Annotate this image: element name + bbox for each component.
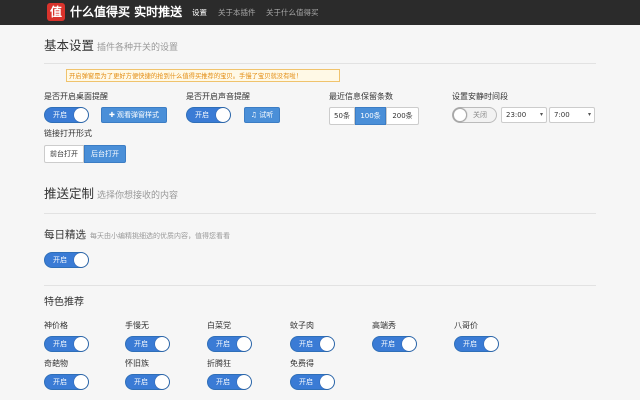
feature-toggle-shoumanwu[interactable]: 开启 xyxy=(125,336,170,352)
preview-popup-button[interactable]: ✚ 观看弹窗样式 xyxy=(101,107,167,123)
link-open-label: 链接打开形式 xyxy=(44,129,92,138)
divider xyxy=(44,213,596,214)
toggle-knob xyxy=(237,375,251,389)
nav-about-smzdm[interactable]: 关于什么值得买 xyxy=(266,7,319,18)
logo-icon: 值 xyxy=(47,3,65,21)
toggle-knob xyxy=(237,337,251,351)
feature-toggle-wenzirou[interactable]: 开启 xyxy=(290,336,335,352)
toggle-knob xyxy=(453,108,467,122)
feature-label: 神价格 xyxy=(44,321,68,330)
chevron-down-icon: ▾ xyxy=(539,111,543,118)
quiet-time-toggle[interactable]: 关闭 xyxy=(452,107,497,123)
toggle-knob xyxy=(74,253,88,267)
toggle-knob xyxy=(74,375,88,389)
feature-label: 折腾狂 xyxy=(207,359,231,368)
feature-label: 八哥价 xyxy=(454,321,478,330)
toggle-knob xyxy=(320,337,334,351)
feature-label: 怀旧族 xyxy=(125,359,149,368)
feature-toggle-qipawu[interactable]: 开启 xyxy=(44,374,89,390)
feature-label: 白菜党 xyxy=(207,321,231,330)
nav-about-plugin[interactable]: 关于本插件 xyxy=(218,7,256,18)
keep-200-option[interactable]: 200条 xyxy=(386,107,419,125)
push-subtitle: 选择你想接收的内容 xyxy=(97,191,179,201)
feature-toggle-gaoduanxiu[interactable]: 开启 xyxy=(372,336,417,352)
toggle-knob xyxy=(216,108,230,122)
feature-toggle-shenjiage[interactable]: 开启 xyxy=(44,336,89,352)
feature-toggle-zhetengkuang[interactable]: 开启 xyxy=(207,374,252,390)
toggle-knob xyxy=(74,108,88,122)
basic-subtitle: 插件各种开关的设置 xyxy=(97,43,179,53)
toggle-knob xyxy=(155,375,169,389)
toggle-knob xyxy=(320,375,334,389)
keep-50-option[interactable]: 50条 xyxy=(329,107,355,125)
sound-notify-toggle[interactable]: 开启 xyxy=(186,107,231,123)
top-nav-bar: 值 什么值得买 实时推送 设置 关于本插件 关于什么值得买 xyxy=(0,0,640,25)
toggle-knob xyxy=(484,337,498,351)
divider xyxy=(44,285,596,286)
daily-picks-subtitle: 每天由小编精挑细选的优质内容，值得您看看 xyxy=(90,232,230,240)
sound-notify-label: 是否开启声音提醒 xyxy=(186,92,250,101)
link-foreground-option[interactable]: 前台打开 xyxy=(44,145,84,163)
feature-label: 蚊子肉 xyxy=(290,321,314,330)
quiet-time-label: 设置安静时间段 xyxy=(452,92,508,101)
feature-label: 免费得 xyxy=(290,359,314,368)
feature-label: 奇葩物 xyxy=(44,359,68,368)
push-settings-heading: 推送定制 选择你想接收的内容 xyxy=(44,186,178,204)
quiet-start-select[interactable]: 23:00 ▾ xyxy=(501,107,547,123)
push-title: 推送定制 xyxy=(44,186,95,201)
feature-toggle-bagejia[interactable]: 开启 xyxy=(454,336,499,352)
popup-tip: 开启弹窗是为了更好方便快捷的抢到什么值得买推荐的宝贝。手慢了宝贝就没有啦！ xyxy=(66,69,340,82)
basic-title: 基本设置 xyxy=(44,38,95,53)
divider xyxy=(44,63,596,64)
keep-100-option[interactable]: 100条 xyxy=(355,107,386,125)
featured-heading: 特色推荐 xyxy=(44,297,84,308)
desktop-notify-toggle[interactable]: 开启 xyxy=(44,107,89,123)
keep-count-label: 最近信息保留条数 xyxy=(329,92,393,101)
daily-picks-toggle[interactable]: 开启 xyxy=(44,252,89,268)
daily-picks-heading: 每日精选 每天由小编精挑细选的优质内容，值得您看看 xyxy=(44,229,230,241)
feature-toggle-mianfeide[interactable]: 开启 xyxy=(290,374,335,390)
feature-label: 手慢无 xyxy=(125,321,149,330)
chevron-down-icon: ▾ xyxy=(587,111,591,118)
nav-settings[interactable]: 设置 xyxy=(192,7,207,18)
basic-settings-heading: 基本设置 插件各种开关的设置 xyxy=(44,38,178,56)
desktop-notify-label: 是否开启桌面提醒 xyxy=(44,92,108,101)
feature-toggle-baicaidang[interactable]: 开启 xyxy=(207,336,252,352)
feature-toggle-huaijiuzu[interactable]: 开启 xyxy=(125,374,170,390)
toggle-knob xyxy=(402,337,416,351)
listen-sound-button[interactable]: ♫ 试听 xyxy=(244,107,280,123)
toggle-knob xyxy=(155,337,169,351)
toggle-knob xyxy=(74,337,88,351)
feature-label: 高端秀 xyxy=(372,321,396,330)
brand-title: 什么值得买 实时推送 xyxy=(70,5,183,19)
link-background-option[interactable]: 后台打开 xyxy=(84,145,126,163)
quiet-end-select[interactable]: 7:00 ▾ xyxy=(549,107,595,123)
